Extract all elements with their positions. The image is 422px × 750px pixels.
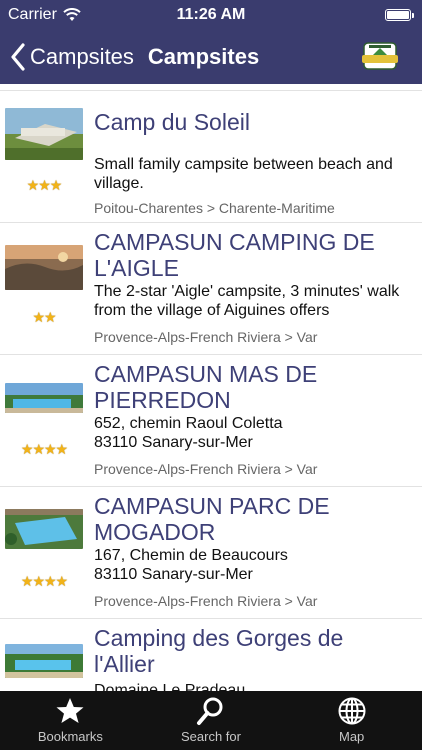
tab-label: Search for	[180, 729, 241, 744]
campsite-description: 652, chemin Raoul Coletta 83110 Sanary-s…	[94, 415, 283, 451]
battery-icon	[385, 9, 414, 21]
star-rating: ★★★★	[20, 441, 68, 457]
campsite-name: CAMPASUN MAS DE PIERREDON	[94, 361, 318, 413]
tab-bookmarks[interactable]: Bookmarks	[10, 691, 130, 744]
campsite-row[interactable]: ★★ CAMPASUN CAMPING DE L'AIGLE The 2-sta…	[0, 223, 422, 355]
campsite-row[interactable]: ★★★★ CAMPASUN MAS DE PIERREDON 652, chem…	[0, 355, 422, 487]
status-bar: Carrier 11:26 AM	[0, 0, 422, 30]
page-title: Campsites	[147, 44, 260, 69]
campsite-description: Small family campsite between beach and …	[94, 156, 393, 192]
campsite-description: The 2-star 'Aigle' campsite, 3 minutes' …	[94, 283, 400, 319]
campsite-description: 167, Chemin de Beaucours 83110 Sanary-su…	[94, 547, 288, 583]
campsite-name: Camping des Gorges de l'Allier	[94, 625, 344, 677]
campsite-thumbnail	[5, 509, 83, 549]
star-rating: ★★	[32, 309, 56, 325]
campsite-row[interactable]: Camping des Gorges de l'Allier Domaine L…	[0, 619, 422, 691]
back-button[interactable]: Campsites	[0, 43, 134, 71]
campsite-list[interactable]: ★★★ Camp du Soleil Small family campsite…	[0, 84, 422, 691]
wifi-icon	[63, 8, 81, 21]
globe-icon	[338, 697, 366, 725]
campsite-region: Poitou-Charentes > Charente-Maritime	[94, 200, 335, 216]
campsite-name: CAMPASUN CAMPING DE L'AIGLE	[94, 229, 375, 281]
campsite-region: Provence-Alps-French Riviera > Var	[94, 461, 318, 477]
campsite-row[interactable]: ★★★ Camp du Soleil Small family campsite…	[0, 91, 422, 223]
campsite-name: CAMPASUN PARC DE MOGADOR	[94, 493, 330, 545]
star-icon	[56, 698, 84, 723]
tab-map[interactable]: Map	[292, 691, 412, 744]
tab-label: Bookmarks	[37, 729, 103, 744]
campsite-name: Camp du Soleil	[94, 109, 250, 135]
star-rating: ★★★	[26, 177, 63, 193]
carrier-label: Carrier	[8, 6, 57, 23]
status-left: Carrier	[8, 6, 81, 24]
campsite-region: Provence-Alps-French Riviera > Var	[94, 329, 318, 345]
chevron-left-icon	[11, 43, 25, 71]
search-icon	[196, 697, 223, 725]
campsite-description: Domaine Le Pradeau	[94, 682, 246, 691]
campsite-region: Provence-Alps-French Riviera > Var	[94, 593, 318, 609]
tab-search[interactable]: Search for	[151, 691, 271, 744]
tab-bar: Bookmarks Search for Map	[0, 691, 422, 750]
campsite-thumbnail	[5, 644, 83, 678]
campsite-thumbnail	[5, 108, 83, 160]
star-rating: ★★★★	[20, 573, 68, 589]
campsite-thumbnail	[5, 383, 83, 413]
back-button-label: Campsites	[30, 44, 134, 69]
tab-label: Map	[338, 729, 365, 744]
campsite-row[interactable]: ★★★★ CAMPASUN PARC DE MOGADOR 167, Chemi…	[0, 487, 422, 619]
camping-qualite-logo	[362, 42, 398, 70]
navigation-bar: Campsites Campsites	[0, 30, 422, 84]
campsite-thumbnail	[5, 245, 83, 290]
